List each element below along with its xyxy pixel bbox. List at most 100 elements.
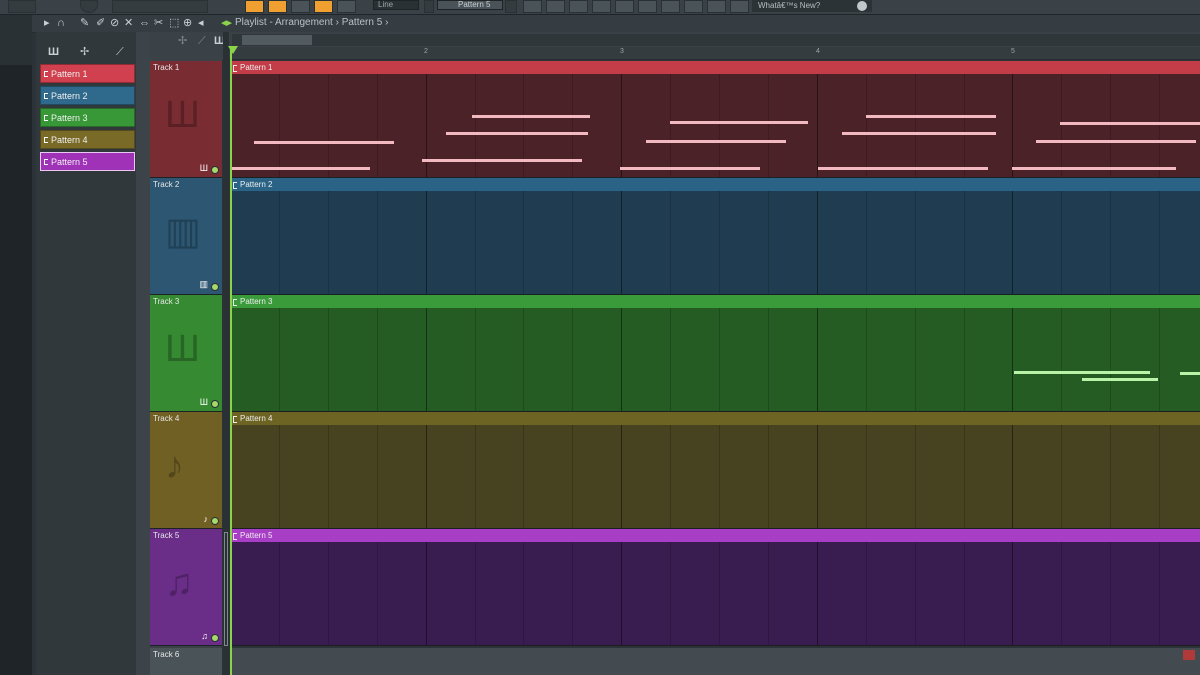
beat-gridline — [1110, 74, 1112, 177]
tempo-display[interactable] — [8, 0, 36, 13]
stop-button[interactable] — [291, 0, 310, 13]
beat-gridline — [621, 191, 623, 294]
delete-tool-icon[interactable]: ⊘ — [110, 17, 119, 29]
track-active-indicator[interactable] — [211, 283, 219, 291]
mute-tool-icon[interactable]: ✕ — [124, 17, 133, 29]
playhead[interactable] — [230, 48, 232, 675]
picker-pattern-label: Pattern 3 — [51, 113, 88, 123]
add-pattern-button[interactable] — [505, 0, 517, 13]
mixer-view-button[interactable] — [592, 0, 611, 13]
snap-select[interactable]: Line — [373, 0, 419, 10]
track-header-3[interactable]: Track 3 Ш Ш — [150, 295, 222, 412]
track-header-6[interactable]: Track 6 — [150, 648, 222, 675]
beat-gridline — [621, 308, 623, 411]
draw-tool-icon[interactable]: ✎ — [80, 17, 89, 29]
track-label: Track 1 — [153, 63, 180, 72]
tempo-view-button[interactable] — [661, 0, 680, 13]
pattern-clip-header[interactable]: Pattern 4 — [230, 412, 1200, 425]
slip-tool-icon[interactable]: ⇔ — [139, 17, 150, 29]
track-active-indicator[interactable] — [211, 634, 219, 642]
touch-view-button[interactable] — [684, 0, 703, 13]
timeline-ruler[interactable]: 2 3 4 5 — [228, 47, 1200, 60]
magnet-icon[interactable]: ∩ — [57, 17, 65, 29]
beat-gridline — [1110, 542, 1112, 645]
track-lane-1[interactable]: Pattern 1 — [230, 61, 1200, 178]
pattern-mode-button[interactable] — [245, 0, 264, 13]
beat-gridline — [1110, 191, 1112, 294]
play-button[interactable] — [314, 0, 333, 13]
plugin-view-button[interactable] — [638, 0, 657, 13]
beat-gridline — [1061, 308, 1063, 411]
track-label: Track 3 — [153, 297, 180, 306]
beat-gridline — [425, 74, 427, 177]
pattern-arrow-icon[interactable] — [424, 0, 434, 13]
automation-icon[interactable]: ⟋ — [116, 46, 124, 58]
picker-pattern-4[interactable]: Pattern 4 — [40, 130, 135, 149]
beat-gridline — [816, 191, 818, 294]
metronome-button[interactable] — [337, 0, 356, 13]
track-active-indicator[interactable] — [211, 166, 219, 174]
zoom-tool-icon[interactable]: ⊕ — [183, 17, 192, 29]
playhead-marker-icon[interactable] — [228, 46, 238, 54]
track-header-1[interactable]: Track 1 Ш Ш — [150, 61, 222, 178]
beat-gridline — [670, 74, 672, 177]
pattern-clip-header[interactable]: Pattern 5 — [230, 529, 1200, 542]
pattern-clip-header[interactable]: Pattern 2 — [230, 178, 1200, 191]
track-lane-6[interactable] — [230, 648, 1200, 675]
picker-pattern-label: Pattern 5 — [51, 157, 88, 167]
track-lane-5[interactable]: Pattern 5 — [230, 529, 1200, 646]
track-header-4[interactable]: Track 4 ♪ ♪ — [150, 412, 222, 529]
beat-gridline — [1110, 425, 1112, 528]
waveform-icon[interactable]: ✢ — [178, 35, 187, 47]
breadcrumb[interactable]: Playlist - Arrangement › Pattern 5 › — [235, 16, 388, 30]
track-lane-3[interactable]: Pattern 3 — [230, 295, 1200, 412]
track-lane-4[interactable]: Pattern 4 — [230, 412, 1200, 529]
track-active-indicator[interactable] — [211, 517, 219, 525]
playlist-view-button[interactable] — [523, 0, 542, 13]
beat-gridline — [474, 542, 476, 645]
whats-new-link[interactable]: Whatâ€™s New? — [752, 0, 872, 12]
beat-gridline — [572, 542, 574, 645]
vertical-scroll-thumb[interactable] — [224, 532, 228, 646]
pattern-selector[interactable]: Pattern 5 — [437, 0, 503, 10]
note-preview — [620, 167, 760, 170]
pattern-clip-header[interactable]: Pattern 3 — [230, 295, 1200, 308]
master-pitch-slider[interactable] — [112, 0, 208, 13]
select-tool-icon[interactable]: ⬚ — [169, 17, 179, 29]
paint-tool-icon[interactable]: ✐ — [96, 17, 105, 29]
playback-tool-icon[interactable]: ◂ — [198, 17, 204, 29]
picker-pattern-2[interactable]: Pattern 2 — [40, 86, 135, 105]
piano-roll-view-button[interactable] — [546, 0, 565, 13]
channel-rack-view-button[interactable] — [615, 0, 634, 13]
horizontal-scroll-thumb[interactable] — [242, 35, 312, 45]
picker-pattern-1[interactable]: Pattern 1 — [40, 64, 135, 83]
picker-pattern-3[interactable]: Pattern 3 — [40, 108, 135, 127]
track-header-2[interactable]: Track 2 ▥ ▥ — [150, 178, 222, 295]
globe-icon[interactable] — [857, 1, 867, 11]
note-preview — [446, 132, 588, 135]
settings-view-button[interactable] — [730, 0, 749, 13]
menu-arrow-icon[interactable]: ▸ — [44, 17, 50, 29]
beat-gridline — [376, 191, 378, 294]
pattern-clip-header[interactable]: Pattern 1 — [230, 61, 1200, 74]
guitar-icon: ♪ — [203, 514, 209, 524]
piano-roll-icon[interactable]: Ш — [48, 46, 59, 58]
audio-wave-icon[interactable]: ✢ — [80, 46, 89, 58]
beat-gridline — [719, 542, 720, 645]
record-button[interactable] — [268, 0, 287, 13]
horizontal-scrollbar[interactable] — [232, 34, 1200, 46]
browser-view-button[interactable] — [569, 0, 588, 13]
beat-gridline — [376, 425, 378, 528]
automation-clip-icon[interactable]: ⟋ — [198, 35, 206, 47]
beat-gridline — [865, 542, 867, 645]
master-volume-knob[interactable] — [80, 0, 98, 13]
drum-icon: ▥ — [165, 211, 201, 253]
slice-tool-icon[interactable]: ✂ — [154, 17, 163, 29]
beat-gridline — [523, 74, 525, 177]
project-view-button[interactable] — [707, 0, 726, 13]
track-active-indicator[interactable] — [211, 400, 219, 408]
track-header-5[interactable]: Track 5 ♫ ♫ — [150, 529, 222, 646]
track-lane-2[interactable]: Pattern 2 — [230, 178, 1200, 295]
zoom-corner-button[interactable] — [1183, 650, 1195, 660]
picker-pattern-5[interactable]: Pattern 5 — [40, 152, 135, 171]
